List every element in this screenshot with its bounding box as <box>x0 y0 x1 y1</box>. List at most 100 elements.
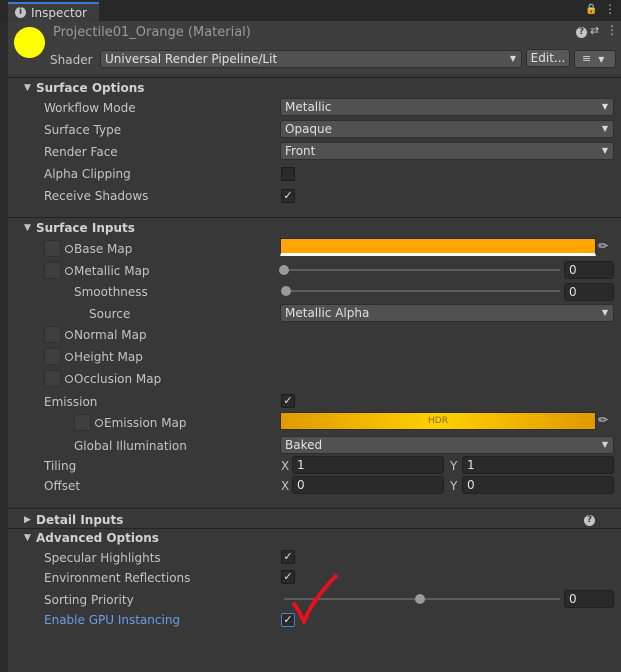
metallic-slider-track[interactable] <box>284 269 560 271</box>
normal-map-label: Normal Map <box>74 328 147 342</box>
offset-label: Offset <box>44 479 81 493</box>
emission-checkbox[interactable]: ✓ <box>281 394 295 408</box>
edit-shader-button[interactable]: Edit... <box>526 49 570 67</box>
dropdown-value: Front <box>285 144 316 158</box>
shader-dropdown[interactable]: Universal Render Pipeline/Lit ▼ <box>100 50 522 68</box>
specular-highlights-checkbox[interactable]: ✓ <box>281 550 295 564</box>
shader-value: Universal Render Pipeline/Lit <box>105 52 278 66</box>
section-surface-inputs[interactable]: ▼ Surface Inputs <box>8 219 621 237</box>
emission-label: Emission <box>44 395 98 409</box>
foldout-closed-icon: ▶ <box>24 515 31 525</box>
occlusion-map-label: Occlusion Map <box>74 372 162 386</box>
source-dropdown[interactable]: Metallic Alpha ▼ <box>280 304 614 322</box>
info-icon: i <box>15 7 26 18</box>
help-icon[interactable]: ? <box>576 27 587 38</box>
smoothness-value-field[interactable]: 0 <box>564 283 614 301</box>
section-advanced-options[interactable]: ▼ Advanced Options <box>8 529 621 547</box>
object-picker-icon[interactable] <box>65 375 73 383</box>
workflow-mode-dropdown[interactable]: Metallic ▼ <box>280 98 614 116</box>
header-menu-icon[interactable]: ⋮ <box>606 23 618 37</box>
eyedropper-icon[interactable]: ✏ <box>598 239 608 253</box>
material-name: Projectile01_Orange (Material) <box>53 25 251 40</box>
inspector-window: i Inspector 🔒 ⋮ Projectile01_Orange (Mat… <box>0 0 621 672</box>
alpha-clipping-checkbox[interactable] <box>281 167 295 181</box>
smoothness-slider-handle[interactable] <box>281 286 291 296</box>
offset-y-label: Y <box>450 479 458 493</box>
divider <box>8 508 621 509</box>
metallic-value-field[interactable]: 0 <box>564 261 614 279</box>
normal-map-texture-slot[interactable] <box>44 326 61 343</box>
source-label: Source <box>89 307 131 321</box>
shader-label: Shader <box>50 53 93 67</box>
tiling-y-field[interactable]: 1 <box>462 456 614 474</box>
chevron-down-icon: ▼ <box>601 308 608 317</box>
tab-label: Inspector <box>31 5 87 20</box>
checkmark-icon: ✓ <box>283 550 293 563</box>
chevron-down-icon: ▼ <box>601 146 608 155</box>
global-illumination-label: Global Illumination <box>74 439 187 453</box>
section-surface-options[interactable]: ▼ Surface Options <box>8 79 621 97</box>
sorting-priority-slider-handle[interactable] <box>415 594 425 604</box>
offset-x-label: X <box>281 479 290 493</box>
dropdown-value: Opaque <box>285 122 333 136</box>
object-picker-icon[interactable] <box>95 419 103 427</box>
metallic-map-label: Metallic Map <box>74 264 150 278</box>
section-detail-inputs[interactable]: ▶ Detail Inputs <box>8 511 621 529</box>
alpha-clipping-label: Alpha Clipping <box>44 167 131 181</box>
foldout-open-icon: ▼ <box>24 83 31 93</box>
chevron-down-icon: ▼ <box>601 102 608 111</box>
tiling-x-field[interactable]: 1 <box>292 456 444 474</box>
emission-color-field[interactable]: HDR <box>280 412 596 430</box>
list-icon: ≡ <box>582 52 592 65</box>
occlusion-map-texture-slot[interactable] <box>44 370 61 387</box>
sorting-priority-value-field[interactable]: 0 <box>564 590 614 608</box>
smoothness-slider-track[interactable] <box>286 290 560 292</box>
object-picker-icon[interactable] <box>65 353 73 361</box>
gpu-instancing-label: Enable GPU Instancing <box>44 613 181 627</box>
tiling-x-label: X <box>281 459 290 473</box>
emission-map-texture-slot[interactable] <box>74 414 91 431</box>
foldout-open-icon: ▼ <box>24 223 31 233</box>
receive-shadows-checkbox[interactable]: ✓ <box>281 189 295 203</box>
presets-icon[interactable]: ⇄ <box>590 24 599 37</box>
section-title: Surface Options <box>36 81 145 95</box>
dropdown-value: Metallic <box>285 100 332 114</box>
metallic-map-texture-slot[interactable] <box>44 262 61 279</box>
height-map-texture-slot[interactable] <box>44 348 61 365</box>
help-icon[interactable]: ? <box>584 515 595 526</box>
sorting-priority-label: Sorting Priority <box>44 593 134 607</box>
annotation-checkmark-icon <box>292 574 338 624</box>
eyedropper-icon[interactable]: ✏ <box>598 413 608 427</box>
base-map-label: Base Map <box>74 242 133 256</box>
tiling-label: Tiling <box>44 459 77 473</box>
hdr-label: HDR <box>428 416 448 426</box>
workflow-mode-label: Workflow Mode <box>44 101 136 115</box>
environment-reflections-label: Environment Reflections <box>44 571 191 585</box>
section-title: Advanced Options <box>36 531 159 545</box>
smoothness-label: Smoothness <box>74 285 148 299</box>
divider <box>8 77 621 78</box>
object-picker-icon[interactable] <box>65 245 73 253</box>
divider <box>8 217 621 218</box>
base-map-color-field[interactable] <box>280 238 596 256</box>
object-picker-icon[interactable] <box>65 267 73 275</box>
offset-x-field[interactable]: 0 <box>292 476 444 494</box>
shader-options-dropdown[interactable]: ≡ ▼ <box>574 50 616 68</box>
tab-inspector[interactable]: i Inspector <box>8 2 99 21</box>
base-map-texture-slot[interactable] <box>44 240 61 257</box>
foldout-open-icon: ▼ <box>24 533 31 543</box>
offset-y-field[interactable]: 0 <box>462 476 614 494</box>
metallic-slider-handle[interactable] <box>279 265 289 275</box>
object-picker-icon[interactable] <box>65 331 73 339</box>
lock-icon[interactable]: 🔒 <box>585 4 597 15</box>
render-face-label: Render Face <box>44 145 118 159</box>
dropdown-value: Baked <box>285 438 323 452</box>
surface-type-dropdown[interactable]: Opaque ▼ <box>280 120 614 138</box>
height-map-label: Height Map <box>74 350 143 364</box>
tiling-y-label: Y <box>450 459 458 473</box>
global-illumination-dropdown[interactable]: Baked ▼ <box>280 436 614 454</box>
render-face-dropdown[interactable]: Front ▼ <box>280 142 614 160</box>
chevron-down-icon: ▼ <box>509 54 516 63</box>
more-options-icon[interactable]: ⋮ <box>604 2 616 16</box>
checkmark-icon: ✓ <box>283 394 293 407</box>
